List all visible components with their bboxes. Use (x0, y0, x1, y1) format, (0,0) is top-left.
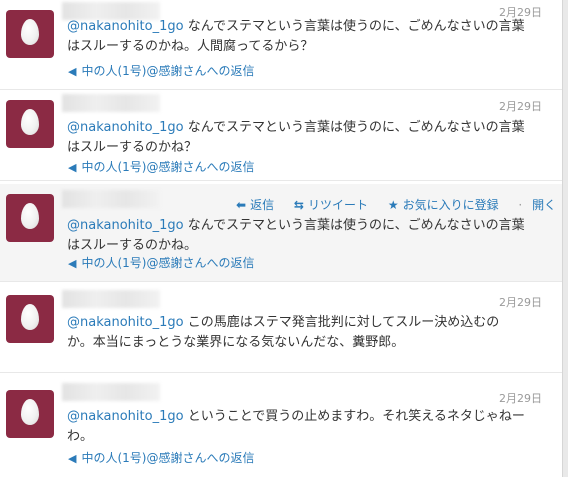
egg-avatar-icon (21, 399, 39, 425)
in-reply-to-label: 中の人(1号)@感謝さんへの返信 (81, 451, 255, 465)
reply-action-label: 返信 (250, 198, 275, 212)
favorite-action[interactable]: ★ お気に入りに登録 (388, 198, 507, 212)
blurred-username (62, 190, 160, 208)
tweet-text-line1: なんでステマという言葉は使うのに、ごめんなさいの言葉 (187, 19, 525, 34)
avatar[interactable] (6, 100, 54, 148)
egg-avatar-icon (21, 109, 39, 135)
egg-avatar-icon (21, 304, 39, 330)
tweet-item[interactable]: 2月29日 @nakanohito_1go なんでステマという言葉は使うのに、ご… (0, 91, 562, 181)
reply-arrow-icon: ◀ (68, 452, 77, 465)
tweet-date[interactable]: 2月29日 (499, 294, 542, 310)
tweet-actions: ⬅ 返信 ⇆ リツイート ★ お気に入りに登録 · 開く (236, 196, 564, 212)
favorite-action-label: お気に入りに登録 (402, 198, 499, 212)
tweet-item[interactable]: 2月29日 @nakanohito_1go なんでステマという言葉は使うのに、ご… (0, 0, 562, 90)
blurred-username (62, 94, 160, 112)
mention-link[interactable]: @nakanohito_1go (67, 120, 184, 135)
tweet-text-line2: はスルーするのかね。人間腐ってるから？ (67, 39, 314, 54)
mention-link[interactable]: @nakanohito_1go (67, 218, 184, 233)
avatar[interactable] (6, 390, 54, 438)
blurred-username (62, 290, 160, 308)
tweet-text-line1: なんでステマという言葉は使うのに、ごめんなさいの言葉 (187, 120, 525, 135)
tweet-text-line2: はスルーするのかね。 (67, 238, 198, 253)
tweet-text-line1: なんでステマという言葉は使うのに、ごめんなさいの言葉 (187, 218, 525, 233)
tweet-item[interactable]: 2月29日 @nakanohito_1go この馬鹿はステマ発言批判に対してスル… (0, 283, 562, 373)
mention-link[interactable]: @nakanohito_1go (67, 409, 184, 424)
blurred-username (62, 383, 160, 401)
tweet-date[interactable]: 2月29日 (499, 390, 542, 406)
tweet-text-line2: か。本当にまっとうな業界になる気ないんだな、糞野郎。 (67, 335, 405, 350)
reply-arrow-icon: ◀ (68, 257, 77, 270)
separator-dot: · (518, 198, 523, 212)
in-reply-to-label: 中の人(1号)@感謝さんへの返信 (81, 256, 255, 270)
tweet-text: @nakanohito_1go なんでステマという言葉は使うのに、ごめんなさいの… (67, 118, 547, 158)
in-reply-to-link[interactable]: ◀ 中の人(1号)@感謝さんへの返信 (68, 449, 254, 466)
tweet-text-line2: わ。 (67, 429, 94, 444)
retweet-icon: ⇆ (293, 198, 304, 212)
in-reply-to-label: 中の人(1号)@感謝さんへの返信 (81, 160, 255, 174)
egg-avatar-icon (21, 203, 39, 229)
scrollbar-edge[interactable] (562, 0, 568, 477)
tweet-text: @nakanohito_1go なんでステマという言葉は使うのに、ごめんなさいの… (67, 17, 547, 57)
in-reply-to-link[interactable]: ◀ 中の人(1号)@感謝さんへの返信 (68, 62, 254, 79)
egg-avatar-icon (21, 19, 39, 45)
in-reply-to-link[interactable]: ◀ 中の人(1号)@感謝さんへの返信 (68, 158, 254, 175)
tweet-item[interactable]: 2月29日 @nakanohito_1go ということで買うの止めますわ。それ笑… (0, 374, 562, 477)
reply-arrow-icon: ◀ (68, 65, 77, 78)
reply-arrow-icon: ◀ (68, 161, 77, 174)
tweet-text: @nakanohito_1go ということで買うの止めますわ。それ笑えるネタじゃ… (67, 407, 547, 447)
avatar[interactable] (6, 194, 54, 242)
tweet-text: @nakanohito_1go なんでステマという言葉は使うのに、ごめんなさいの… (67, 216, 547, 256)
retweet-action[interactable]: ⇆ リツイート (294, 198, 376, 212)
avatar[interactable] (6, 10, 54, 58)
tweet-text-line2: はスルーするのかね？ (67, 140, 198, 155)
reply-action[interactable]: ⬅ 返信 (236, 198, 282, 212)
avatar[interactable] (6, 295, 54, 343)
reply-icon: ⬅ (236, 198, 247, 212)
in-reply-to-link[interactable]: ◀ 中の人(1号)@感謝さんへの返信 (68, 254, 254, 271)
in-reply-to-label: 中の人(1号)@感謝さんへの返信 (81, 64, 255, 78)
mention-link[interactable]: @nakanohito_1go (67, 19, 184, 34)
star-icon: ★ (387, 198, 399, 212)
tweet-text-line1: この馬鹿はステマ発言批判に対してスルー決め込むの (187, 315, 500, 330)
open-action[interactable]: 開く (532, 198, 556, 212)
tweet-text: @nakanohito_1go この馬鹿はステマ発言批判に対してスルー決め込むの… (67, 313, 547, 353)
tweet-date[interactable]: 2月29日 (499, 98, 542, 114)
mention-link[interactable]: @nakanohito_1go (67, 315, 184, 330)
retweet-action-label: リツイート (307, 198, 368, 212)
tweet-text-line1: ということで買うの止めますわ。それ笑えるネタじゃねー (187, 409, 525, 424)
